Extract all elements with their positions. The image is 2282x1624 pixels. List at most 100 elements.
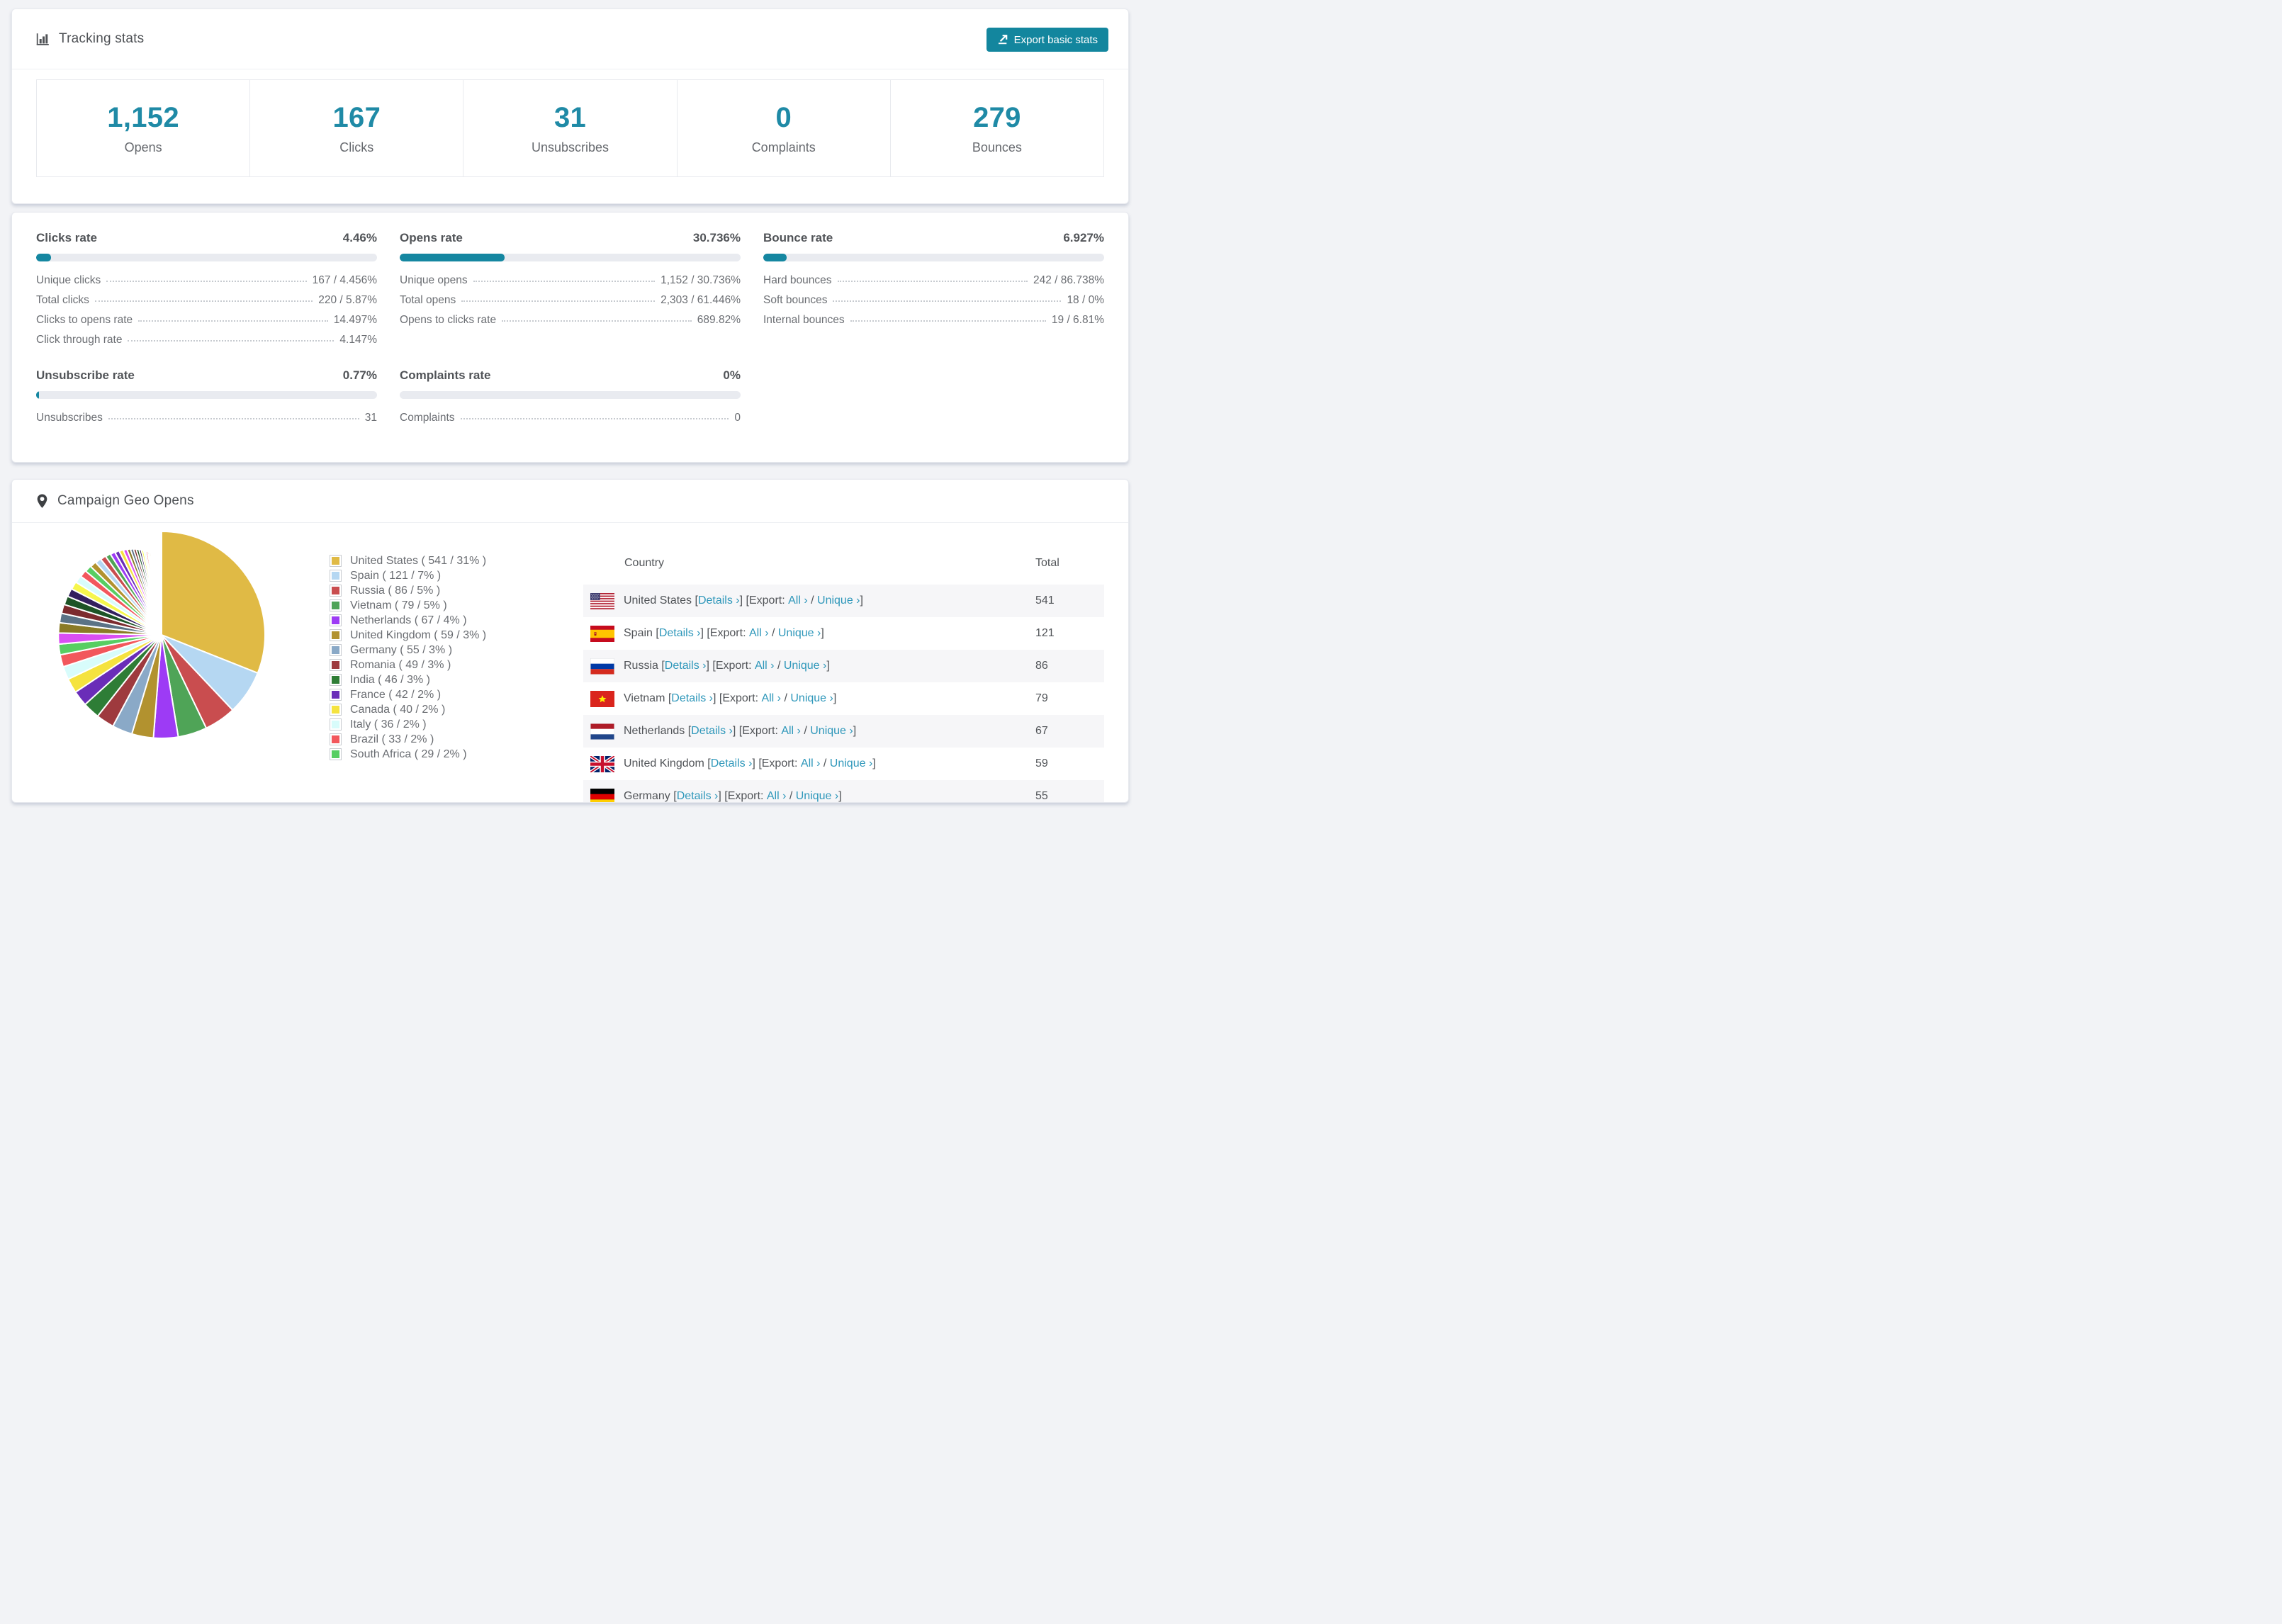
vn-flag-icon [590,690,624,707]
export-unique-link[interactable]: Unique › [830,757,872,770]
progress-bar [400,391,741,399]
legend-item[interactable]: India ( 46 / 3% ) [330,672,486,687]
token-close-bracket: ] [838,790,842,802]
token-export-prefix: ] [Export: [700,627,749,639]
export-basic-stats-button[interactable]: Export basic stats [986,28,1108,52]
legend-token: ( [430,628,442,641]
export-all-link[interactable]: All › [755,660,775,672]
legend-item[interactable]: Spain ( 121 / 7% ) [330,568,486,583]
export-all-link[interactable]: All › [788,594,808,607]
export-all-link[interactable]: All › [767,790,787,802]
legend-item[interactable]: United States ( 541 / 31% ) [330,553,486,568]
legend-token: ( [391,599,402,611]
details-link[interactable]: Details › [711,757,753,770]
country-name: Spain [624,627,653,639]
legend-token: ( [378,733,389,745]
rate-rows: Unique clicks 167 / 4.456% Total clicks 220… [36,271,377,350]
legend-token: ( [384,584,395,597]
legend-token: ) [434,688,442,701]
legend-token: / [434,614,444,626]
legend-token: ) [419,718,427,731]
details-link[interactable]: Details › [691,725,733,738]
legend-token: / [446,554,457,567]
token-close-bracket: ] [872,757,876,769]
token-open-bracket: [ [670,790,677,802]
legend-token: ( [390,703,400,716]
country-column-header: Country [624,556,665,569]
export-all-link[interactable]: All › [761,692,781,705]
geo-table-header: Country Total [583,541,1104,585]
country-cell: Vietnam [Details ›] [Export: All › / Uni… [583,690,1035,707]
table-row: Russia [Details ›] [Export: All › / Uniq… [583,650,1104,682]
rate-value: 30.736% [692,231,741,244]
token-open-bracket: [ [652,627,659,639]
export-unique-link[interactable]: Unique › [810,725,853,738]
token-open-bracket: [ [692,594,698,607]
export-all-link[interactable]: All › [781,725,801,738]
legend-item[interactable]: Germany ( 55 / 3% ) [330,643,486,658]
legend-item[interactable]: Romania ( 49 / 3% ) [330,658,486,672]
token-close-bracket: ] [853,725,857,737]
legend-country-pct: 5% [423,599,440,611]
legend-item[interactable]: United Kingdom ( 59 / 3% ) [330,628,486,643]
progress-bar-fill [36,254,52,261]
token-export-prefix: ] [Export: [706,660,755,672]
legend-item[interactable]: Russia ( 86 / 5% ) [330,583,486,598]
legend-swatch [330,570,342,582]
export-all-link[interactable]: All › [749,627,769,640]
progress-bar-fill [36,391,39,399]
details-link[interactable]: Details › [671,692,713,705]
table-row: Germany [Details ›] [Export: All › / Uni… [583,780,1104,802]
legend-country-label: India [350,673,375,686]
export-unique-link[interactable]: Unique › [790,692,833,705]
legend-item[interactable]: France ( 42 / 2% ) [330,687,486,702]
export-all-link[interactable]: All › [801,757,821,770]
token-slash: / [786,790,796,802]
legend-item[interactable]: Italy ( 36 / 2% ) [330,717,486,732]
stat-box: 279 Bounces [889,79,1105,177]
export-unique-link[interactable]: Unique › [778,627,821,640]
country-name: Netherlands [624,725,685,737]
country-cell: United Kingdom [Details ›] [Export: All … [583,755,1035,772]
progress-bar [36,254,377,261]
dotted-leader [833,300,1062,302]
legend-token: ) [433,584,441,597]
de-flag-icon [590,788,624,802]
stat-box: 167 Clicks [249,79,464,177]
token-close-bracket: ] [860,594,863,607]
rate-row-value: 4.147% [339,334,377,346]
export-button-label: Export basic stats [1013,33,1098,46]
legend-item[interactable]: Vietnam ( 79 / 5% ) [330,598,486,613]
legend-country-value: 33 [388,733,402,745]
details-link[interactable]: Details › [665,660,707,672]
rate-row-value: 14.497% [333,314,377,326]
legend-country-value: 29 [421,748,434,760]
legend-country-pct: 7% [417,569,434,582]
geo-legend: United States ( 541 / 31% ) Spain ( 121 /… [330,553,486,762]
rate-block: Clicks rate 4.46% Unique clicks 167 / 4.456… [36,231,377,350]
legend-item[interactable]: Canada ( 40 / 2% ) [330,702,486,717]
legend-token: ( [411,614,422,626]
rate-row: Clicks to opens rate 14.497% [36,310,377,330]
legend-country-value: 86 [395,584,408,597]
stat-box: 1,152 Opens [36,79,251,177]
rate-row-label: Soft bounces [763,294,828,306]
token-close-bracket: ] [833,692,837,704]
details-link[interactable]: Details › [698,594,740,607]
export-unique-link[interactable]: Unique › [796,790,838,802]
tracking-stats-title: Tracking stats [59,31,145,46]
legend-country-label: Brazil [350,733,379,745]
legend-item[interactable]: Netherlands ( 67 / 4% ) [330,613,486,628]
table-row: Vietnam [Details ›] [Export: All › / Uni… [583,682,1104,715]
legend-item[interactable]: South Africa ( 29 / 2% ) [330,747,486,762]
details-link[interactable]: Details › [659,627,701,640]
progress-bar [400,254,741,261]
details-link[interactable]: Details › [677,790,719,802]
export-unique-link[interactable]: Unique › [784,660,826,672]
legend-item[interactable]: Brazil ( 33 / 2% ) [330,732,486,747]
legend-swatch [330,733,342,745]
legend-country-label: Canada [350,703,390,716]
export-unique-link[interactable]: Unique › [817,594,860,607]
legend-country-label: Russia [350,584,385,597]
bar-chart-icon [36,33,50,46]
